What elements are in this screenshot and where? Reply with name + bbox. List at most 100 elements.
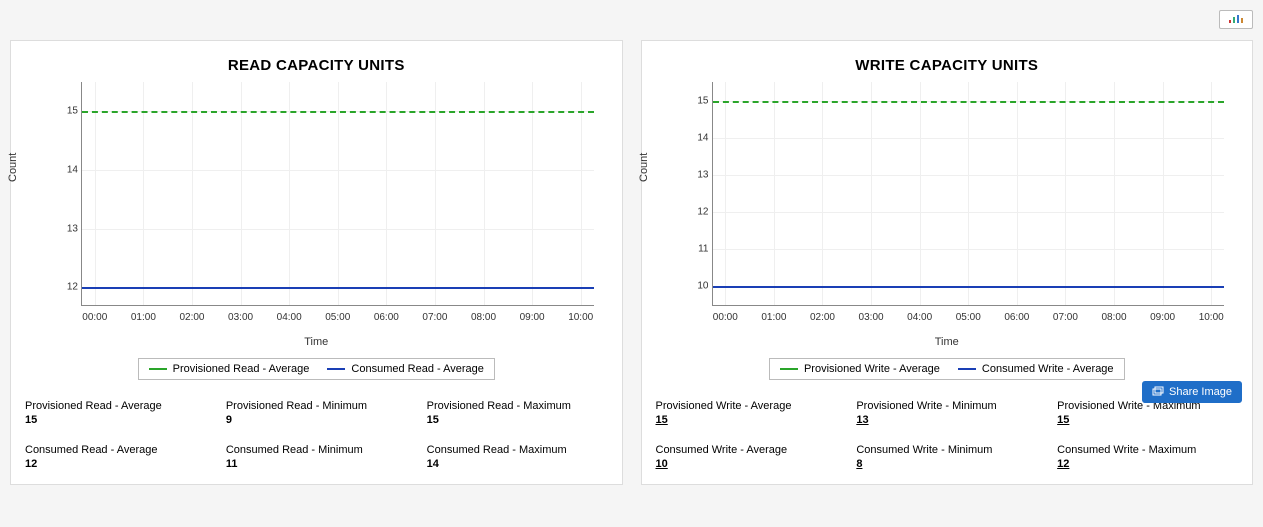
panels-layout: READ CAPACITY UNITSCount1213141500:0001:… bbox=[10, 40, 1253, 485]
stat-cell: Provisioned Read - Average15 bbox=[25, 400, 206, 426]
stat-value: 15 bbox=[656, 414, 837, 426]
gridline-vertical bbox=[1211, 82, 1212, 305]
gridline-vertical bbox=[338, 82, 339, 305]
y-tick-label: 11 bbox=[687, 244, 709, 255]
y-tick-label: 12 bbox=[687, 207, 709, 218]
legend-label: Consumed Write - Average bbox=[982, 363, 1114, 375]
stat-cell: Provisioned Write - Maximum15 bbox=[1057, 400, 1238, 426]
stat-label: Consumed Read - Minimum bbox=[226, 444, 407, 456]
legend-label: Consumed Read - Average bbox=[351, 363, 484, 375]
y-tick-label: 13 bbox=[56, 223, 78, 234]
x-tick-label: 03:00 bbox=[859, 312, 884, 323]
x-tick-label: 09:00 bbox=[1150, 312, 1175, 323]
stat-label: Provisioned Write - Average bbox=[656, 400, 837, 412]
legend-item[interactable]: Provisioned Write - Average bbox=[780, 363, 940, 375]
plot-area[interactable]: 1213141500:0001:0002:0003:0004:0005:0006… bbox=[81, 82, 594, 306]
write-capacity-panel: WRITE CAPACITY UNITSCount10111213141500:… bbox=[641, 40, 1254, 485]
stat-label: Consumed Read - Average bbox=[25, 444, 206, 456]
legend-item[interactable]: Provisioned Read - Average bbox=[149, 363, 310, 375]
stat-cell: Consumed Write - Average10 bbox=[656, 444, 837, 470]
y-tick-label: 15 bbox=[687, 95, 709, 106]
y-axis-label: Count bbox=[7, 153, 19, 182]
gridline-vertical bbox=[1163, 82, 1164, 305]
x-tick-label: 02:00 bbox=[179, 312, 204, 323]
consumed-read-average-line bbox=[82, 287, 594, 289]
stat-value: 13 bbox=[856, 414, 1037, 426]
x-axis-label: Time bbox=[21, 336, 612, 348]
gridline-vertical bbox=[581, 82, 582, 305]
stat-cell: Consumed Read - Minimum 11 bbox=[226, 444, 407, 470]
stat-label: Consumed Write - Maximum bbox=[1057, 444, 1238, 456]
y-tick-label: 12 bbox=[56, 282, 78, 293]
chart-options-button[interactable] bbox=[1219, 10, 1253, 29]
stat-cell: Consumed Read - Maximum 14 bbox=[427, 444, 608, 470]
stat-label: Consumed Read - Maximum bbox=[427, 444, 608, 456]
gridline-vertical bbox=[95, 82, 96, 305]
gridline-vertical bbox=[1114, 82, 1115, 305]
stat-cell: Provisioned Write - Average 15 bbox=[656, 400, 837, 426]
gridline-vertical bbox=[484, 82, 485, 305]
y-tick-label: 15 bbox=[56, 106, 78, 117]
page-root: READ CAPACITY UNITSCount1213141500:0001:… bbox=[0, 0, 1263, 527]
x-tick-label: 04:00 bbox=[277, 312, 302, 323]
y-tick-label: 10 bbox=[687, 281, 709, 292]
legend-item[interactable]: Consumed Write - Average bbox=[958, 363, 1114, 375]
legend-label: Provisioned Write - Average bbox=[804, 363, 940, 375]
consumed-write-average-line bbox=[713, 286, 1225, 288]
stat-cell: Provisioned Read - Maximum15 bbox=[427, 400, 608, 426]
stat-value: 15 bbox=[25, 414, 206, 426]
y-tick-label: 13 bbox=[687, 169, 709, 180]
y-axis-label: Count bbox=[638, 153, 650, 182]
legend: Provisioned Write - Average Consumed Writ… bbox=[769, 358, 1125, 380]
x-tick-label: 06:00 bbox=[374, 312, 399, 323]
stat-value: 11 bbox=[226, 458, 407, 470]
gridline-vertical bbox=[289, 82, 290, 305]
gridline-vertical bbox=[725, 82, 726, 305]
x-tick-label: 06:00 bbox=[1004, 312, 1029, 323]
plot-area[interactable]: 10111213141500:0001:0002:0003:0004:0005:… bbox=[712, 82, 1225, 306]
gridline-vertical bbox=[871, 82, 872, 305]
read-capacity-panel: READ CAPACITY UNITSCount1213141500:0001:… bbox=[10, 40, 623, 485]
x-axis-label: Time bbox=[652, 336, 1243, 348]
x-tick-label: 07:00 bbox=[1053, 312, 1078, 323]
stat-cell: Provisioned Write - Minimum 13 bbox=[856, 400, 1037, 426]
stat-cell: Consumed Write - Maximum12 bbox=[1057, 444, 1238, 470]
share-icon bbox=[1152, 386, 1164, 398]
legend: Provisioned Read - Average Consumed Read … bbox=[138, 358, 495, 380]
gridline-vertical bbox=[968, 82, 969, 305]
stat-cell: Consumed Write - Minimum8 bbox=[856, 444, 1037, 470]
stat-cell: Consumed Read - Average 12 bbox=[25, 444, 206, 470]
x-tick-label: 01:00 bbox=[761, 312, 786, 323]
chart-area: Count10111213141500:0001:0002:0003:0004:… bbox=[668, 82, 1233, 332]
x-tick-label: 10:00 bbox=[568, 312, 593, 323]
legend-swatch bbox=[327, 368, 345, 370]
stat-label: Provisioned Read - Minimum bbox=[226, 400, 407, 412]
gridline-vertical bbox=[192, 82, 193, 305]
x-tick-label: 00:00 bbox=[713, 312, 738, 323]
x-tick-label: 04:00 bbox=[907, 312, 932, 323]
stat-value: 15 bbox=[427, 414, 608, 426]
legend-item[interactable]: Consumed Read - Average bbox=[327, 363, 484, 375]
gridline-vertical bbox=[1065, 82, 1066, 305]
x-tick-label: 08:00 bbox=[471, 312, 496, 323]
share-image-button[interactable]: Share Image bbox=[1142, 381, 1242, 403]
provisioned-write-average-line bbox=[713, 101, 1225, 103]
chart-area: Count1213141500:0001:0002:0003:0004:0005… bbox=[37, 82, 602, 332]
stat-value: 10 bbox=[656, 458, 837, 470]
gridline-vertical bbox=[386, 82, 387, 305]
stat-label: Provisioned Write - Minimum bbox=[856, 400, 1037, 412]
legend-label: Provisioned Read - Average bbox=[173, 363, 310, 375]
x-tick-label: 01:00 bbox=[131, 312, 156, 323]
stat-value: 14 bbox=[427, 458, 608, 470]
x-tick-label: 05:00 bbox=[956, 312, 981, 323]
y-tick-label: 14 bbox=[687, 132, 709, 143]
legend-swatch bbox=[780, 368, 798, 370]
gridline-vertical bbox=[822, 82, 823, 305]
y-tick-label: 14 bbox=[56, 165, 78, 176]
gridline-vertical bbox=[774, 82, 775, 305]
stat-label: Consumed Write - Minimum bbox=[856, 444, 1037, 456]
stat-value: 15 bbox=[1057, 414, 1238, 426]
gridline-vertical bbox=[143, 82, 144, 305]
legend-swatch bbox=[149, 368, 167, 370]
stat-value: 12 bbox=[25, 458, 206, 470]
